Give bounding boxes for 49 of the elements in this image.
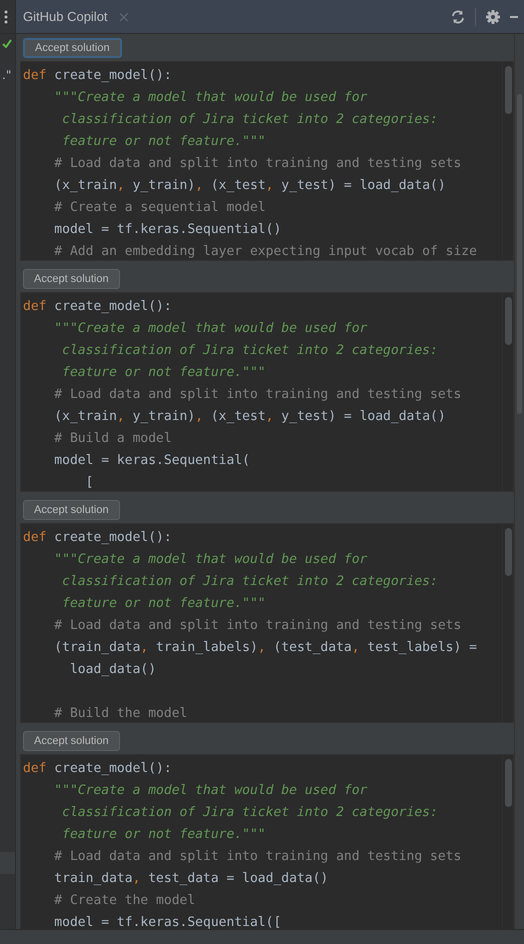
check-icon xyxy=(2,39,12,48)
code-fragment: ." xyxy=(1,68,12,82)
scrollbar-thumb[interactable] xyxy=(504,528,512,576)
code-line: (x_train, y_train), (x_test, y_test) = load_data() xyxy=(53,177,447,195)
code-line: classification of Jira ticket into 2 categories: xyxy=(61,111,439,129)
code-line: # Build a model xyxy=(53,430,173,448)
scrollbar-thumb[interactable] xyxy=(504,759,512,807)
accept-solution-button[interactable]: Accept solution xyxy=(23,500,120,520)
scrollbar-thumb[interactable] xyxy=(504,66,512,114)
accept-solution-button[interactable]: Accept solution xyxy=(23,731,120,751)
more-options-icon[interactable] xyxy=(4,10,8,24)
code-line: """Create a model that would be used for xyxy=(53,551,368,569)
code-line: def create_model(): xyxy=(23,529,173,547)
tool-window-title[interactable]: GitHub Copilot xyxy=(23,9,108,24)
settings-icon[interactable] xyxy=(486,10,500,24)
accept-solution-button[interactable]: Accept solution xyxy=(23,269,120,289)
code-line: classification of Jira ticket into 2 categories: xyxy=(61,342,439,360)
code-line: """Create a model that would be used for xyxy=(53,320,368,338)
code-line: classification of Jira ticket into 2 categories: xyxy=(61,804,439,822)
code-line: train_data, test_data = load_data() xyxy=(53,870,330,888)
refresh-icon[interactable] xyxy=(451,10,465,24)
code-line: # Load data and split into training and testing sets xyxy=(53,155,462,173)
code-line: # Add an embedding layer expecting input vocab of size xyxy=(53,243,478,260)
code-line: def create_model(): xyxy=(23,67,173,85)
code-line: def create_model(): xyxy=(23,760,173,778)
code-line: """Create a model that would be used for xyxy=(53,782,368,800)
code-line: # Create the model xyxy=(53,892,196,910)
code-line: (x_train, y_train), (x_test, y_test) = load_data() xyxy=(53,408,447,426)
code-line: """Create a model that would be used for xyxy=(53,89,368,107)
code-line: (train_data, train_labels), (test_data, test_labels) = xyxy=(53,639,478,657)
code-line: def create_model(): xyxy=(23,298,173,316)
code-line: load_data() xyxy=(68,661,158,679)
code-line: model = keras.Sequential( xyxy=(53,452,251,470)
accept-solution-button[interactable]: Accept solution xyxy=(23,38,122,58)
code-line: feature or not feature.""" xyxy=(61,595,267,613)
code-line: classification of Jira ticket into 2 categories: xyxy=(61,573,439,591)
code-line: feature or not feature.""" xyxy=(61,364,267,382)
code-line: # Load data and split into training and testing sets xyxy=(53,386,462,404)
code-line: feature or not feature.""" xyxy=(61,826,267,844)
scrollbar-thumb[interactable] xyxy=(504,297,512,345)
code-line: [ xyxy=(84,474,94,491)
minimize-icon[interactable] xyxy=(510,16,518,18)
code-line: model = tf.keras.Sequential() xyxy=(53,221,282,239)
code-line: # Build the model xyxy=(53,705,188,722)
code-line: # Load data and split into training and testing sets xyxy=(53,617,462,635)
code-line: feature or not feature.""" xyxy=(61,133,267,151)
code-line: # Create a sequential model xyxy=(53,199,267,217)
code-line: model = tf.keras.Sequential([ xyxy=(53,914,282,929)
code-line: # Load data and split into training and testing sets xyxy=(53,848,462,866)
